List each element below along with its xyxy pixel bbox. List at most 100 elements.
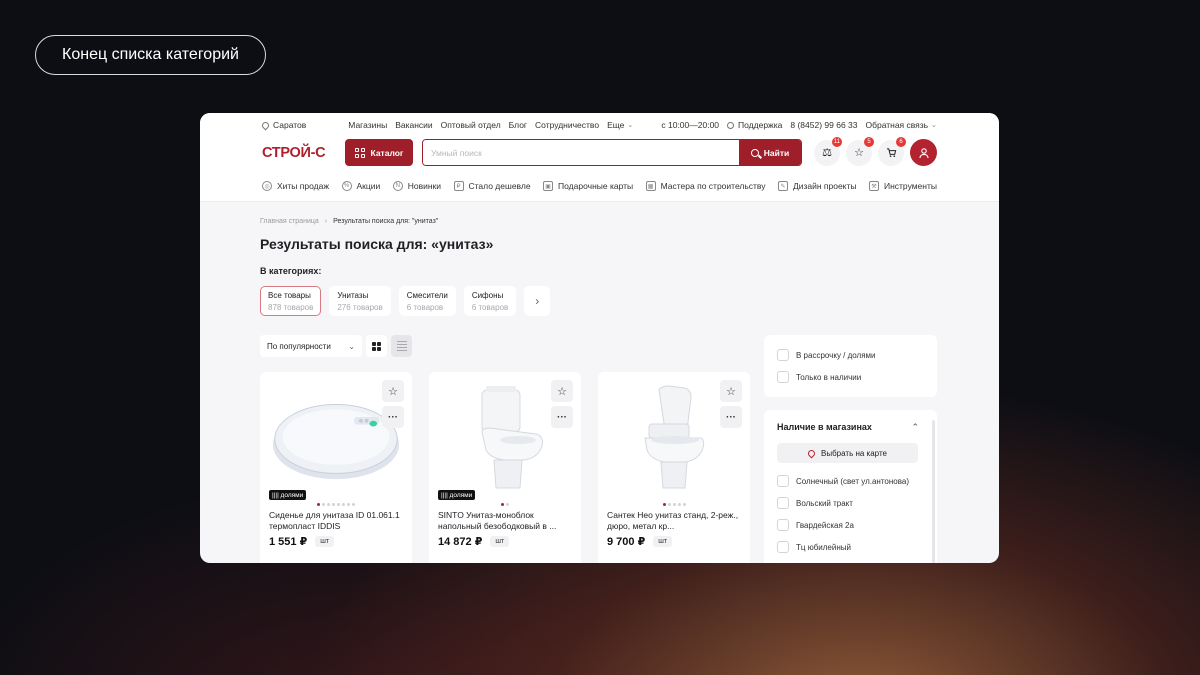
scales-icon: ⚖ xyxy=(822,147,832,159)
product-name[interactable]: Сиденье для унитаза ID 01.061.1 термопла… xyxy=(269,510,403,532)
nav-item-calendar[interactable]: ▦ Мастера по строительству xyxy=(645,179,766,193)
product-price: 9 700 ₽ xyxy=(607,536,646,548)
filter-installment[interactable]: В рассрочку / долями xyxy=(777,349,876,361)
top-more-menu[interactable]: Еще ⌄ xyxy=(607,120,633,130)
favorite-toggle[interactable]: ☆ xyxy=(382,380,404,402)
top-link-blog[interactable]: Блог xyxy=(509,120,527,130)
nav-item-percent[interactable]: % Акции xyxy=(341,179,380,193)
cart-button[interactable]: 6 xyxy=(878,136,906,166)
browser-window: Саратов Магазины Вакансии Оптовый отдел … xyxy=(200,113,999,563)
nav-item-price-down[interactable]: ₽ Стало дешевле xyxy=(453,179,531,193)
image-carousel-dots[interactable] xyxy=(598,503,750,506)
nav-item-new[interactable]: N Новинки xyxy=(392,179,441,193)
nav-item-drill[interactable]: ⚒ Инструменты xyxy=(868,179,937,193)
product-name[interactable]: SINTO Унитаз-моноблок напольный безободк… xyxy=(438,510,572,532)
feedback-menu[interactable]: Обратная связь ⌄ xyxy=(865,120,937,130)
product-grid: ☆ ··· |||| долями Сиденье для унитаза ID… xyxy=(260,372,750,563)
user-icon xyxy=(918,147,929,158)
favorite-toggle[interactable]: ☆ xyxy=(551,380,573,402)
top-link-wholesale[interactable]: Оптовый отдел xyxy=(441,120,501,130)
site-logo[interactable]: СТРОЙ-С xyxy=(262,145,345,161)
main-bar: СТРОЙ-С Каталог Найти ⚖ 11 ☆ 5 xyxy=(262,136,937,166)
installment-badge: |||| долями xyxy=(269,490,307,500)
chip-count: 878 товаров xyxy=(268,303,314,312)
store-option[interactable]: Солнечный (свет ул.антонова) xyxy=(777,475,909,487)
store-checkbox[interactable] xyxy=(777,475,789,487)
search-input[interactable] xyxy=(423,140,739,165)
store-checkbox[interactable] xyxy=(777,497,789,509)
more-options-button[interactable]: ··· xyxy=(720,406,742,428)
in-stock-checkbox[interactable] xyxy=(777,371,789,383)
compare-button[interactable]: ⚖ 11 xyxy=(814,136,842,166)
star-icon: ☆ xyxy=(854,147,864,159)
search-button-label: Найти xyxy=(763,147,790,158)
unit-label: шт xyxy=(315,536,335,547)
price-row: 9 700 ₽ шт xyxy=(607,535,673,548)
panel-scrollbar[interactable] xyxy=(932,420,935,563)
chevron-right-icon: › xyxy=(535,294,540,308)
more-label: Еще xyxy=(607,120,625,130)
store-checkbox[interactable] xyxy=(777,519,789,531)
more-options-button[interactable]: ··· xyxy=(551,406,573,428)
store-option[interactable]: Тц юбилейный xyxy=(777,541,851,553)
filter-label: В рассрочку / долями xyxy=(796,350,876,360)
city-selector[interactable]: Саратов xyxy=(260,120,307,130)
sort-select[interactable]: По популярности ⌄ xyxy=(260,335,362,357)
category-chip-toilets[interactable]: Унитазы 276 товаров xyxy=(329,286,391,316)
profile-button[interactable] xyxy=(910,139,937,166)
choose-on-map-button[interactable]: Выбрать на карте xyxy=(777,443,918,463)
store-checkbox[interactable] xyxy=(777,541,789,553)
image-carousel-dots[interactable] xyxy=(260,503,412,506)
top-link-partnership[interactable]: Сотрудничество xyxy=(535,120,599,130)
favorite-toggle[interactable]: ☆ xyxy=(720,380,742,402)
category-chip-mixers[interactable]: Смесители 6 товаров xyxy=(398,286,456,316)
top-link-stores[interactable]: Магазины xyxy=(348,120,387,130)
list-view-button[interactable] xyxy=(391,335,412,357)
chevron-up-icon[interactable]: ⌃ xyxy=(911,422,919,433)
location-pin-icon xyxy=(260,120,271,130)
chip-count: 6 товаров xyxy=(406,303,444,312)
stores-heading[interactable]: Наличие в магазинах xyxy=(777,422,872,432)
product-card[interactable]: ☆ ··· |||| долями SINTO Унитаз-моноблок … xyxy=(429,372,581,563)
store-option[interactable]: Вольский тракт xyxy=(777,497,853,509)
city-label: Саратов xyxy=(273,120,307,130)
category-chip-siphons[interactable]: Сифоны 6 товаров xyxy=(463,286,517,316)
favorites-button[interactable]: ☆ 5 xyxy=(846,136,874,166)
breadcrumb-current: Результаты поиска для: "унитаз" xyxy=(333,218,439,225)
category-nav: ◎ Хиты продаж % Акции N Новинки ₽ Стало дешевле… xyxy=(262,179,937,193)
support-link[interactable]: Поддержка xyxy=(727,120,782,130)
price-row: 14 872 ₽ шт xyxy=(438,535,510,548)
filter-in-stock[interactable]: Только в наличии xyxy=(777,371,861,383)
category-chip-all[interactable]: Все товары 878 товаров xyxy=(260,286,322,316)
breadcrumb-home[interactable]: Главная страница xyxy=(260,218,319,225)
catalog-button[interactable]: Каталог xyxy=(345,139,413,166)
search-button[interactable]: Найти xyxy=(739,140,801,165)
compare-badge: 11 xyxy=(831,136,842,147)
grid-view-button[interactable] xyxy=(366,335,387,357)
nav-item-label: Хиты продаж xyxy=(277,181,330,191)
site-header: Саратов Магазины Вакансии Оптовый отдел … xyxy=(200,113,999,202)
installment-checkbox[interactable] xyxy=(777,349,789,361)
chevron-down-icon: ⌄ xyxy=(627,122,634,129)
ellipsis-icon: ··· xyxy=(388,411,398,423)
nav-item-fire[interactable]: ◎ Хиты продаж xyxy=(262,179,329,193)
nav-item-label: Мастера по строительству xyxy=(660,181,766,191)
nav-item-pencil[interactable]: ✎ Дизайн проекты xyxy=(777,179,857,193)
nav-item-gift[interactable]: ▣ Подарочные карты xyxy=(543,179,633,193)
nav-item-label: Подарочные карты xyxy=(558,181,634,191)
product-card[interactable]: ☆ ··· |||| долями Сиденье для унитаза ID… xyxy=(260,372,412,563)
phone-number[interactable]: 8 (8452) 99 66 33 xyxy=(790,120,857,130)
chips-next-button[interactable]: › xyxy=(524,286,551,316)
store-option[interactable]: Гвардейская 2а xyxy=(777,519,854,531)
search-icon xyxy=(750,148,759,157)
product-card[interactable]: ☆ ··· Сантек Нео унитаз станд, 2-реж., д… xyxy=(598,372,750,563)
store-availability-panel: Наличие в магазинах ⌃ Выбрать на карте С… xyxy=(764,410,937,563)
new-icon: N xyxy=(392,181,403,191)
top-link-vacancies[interactable]: Вакансии xyxy=(395,120,432,130)
more-options-button[interactable]: ··· xyxy=(382,406,404,428)
product-name[interactable]: Сантек Нео унитаз станд, 2-реж., дюро, м… xyxy=(607,510,741,532)
feedback-label: Обратная связь xyxy=(865,120,929,130)
image-carousel-dots[interactable] xyxy=(429,503,581,506)
star-icon: ☆ xyxy=(726,385,736,398)
grid-view-icon xyxy=(372,341,381,351)
